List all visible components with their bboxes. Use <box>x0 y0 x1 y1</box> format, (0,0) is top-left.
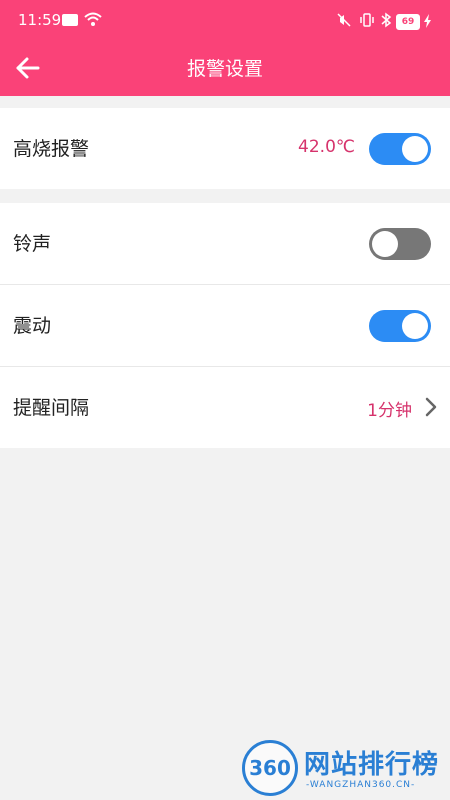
status-time: 11:59 <box>18 11 62 29</box>
toggle-knob <box>402 313 428 339</box>
mute-icon <box>337 13 351 27</box>
fever-alarm-group: 高烧报警 42.0℃ <box>0 108 450 189</box>
page-title: 报警设置 <box>186 58 263 80</box>
toggle-knob <box>402 136 428 162</box>
toggle-knob <box>372 231 398 257</box>
ringtone-label: 铃声 <box>13 233 52 255</box>
wifi-icon <box>84 12 102 26</box>
app-header: 11:59 69 报警设置 <box>0 0 450 96</box>
vibration-label: 震动 <box>13 315 52 337</box>
notification-icon <box>62 14 78 26</box>
fever-threshold-value[interactable]: 42.0℃ <box>298 137 355 157</box>
nav-bar: 报警设置 <box>0 40 450 96</box>
chevron-right-icon <box>425 397 437 417</box>
fever-alarm-label: 高烧报警 <box>13 138 90 160</box>
reminder-interval-value: 1分钟 <box>367 401 412 421</box>
ringtone-row[interactable]: 铃声 <box>0 203 450 285</box>
reminder-interval-row[interactable]: 提醒间隔 1分钟 <box>0 367 450 448</box>
watermark-subtext: -WANGZHAN360.CN- <box>306 780 416 790</box>
vibrate-icon <box>360 13 374 27</box>
status-bar: 11:59 69 <box>0 0 450 40</box>
charging-icon <box>424 14 431 28</box>
bluetooth-icon <box>381 12 392 28</box>
fever-alarm-row[interactable]: 高烧报警 42.0℃ <box>0 108 450 189</box>
vibration-toggle[interactable] <box>369 310 431 342</box>
watermark: 360 网站排行榜 -WANGZHAN360.CN- <box>236 738 450 800</box>
fever-alarm-toggle[interactable] <box>369 133 431 165</box>
reminder-interval-label: 提醒间隔 <box>13 397 90 419</box>
watermark-text: 网站排行榜 <box>304 750 440 780</box>
battery-indicator: 69 <box>396 14 420 30</box>
alert-settings-group: 铃声 震动 提醒间隔 1分钟 <box>0 203 450 448</box>
vibration-row[interactable]: 震动 <box>0 285 450 367</box>
watermark-logo: 360 <box>242 740 298 796</box>
ringtone-toggle[interactable] <box>369 228 431 260</box>
